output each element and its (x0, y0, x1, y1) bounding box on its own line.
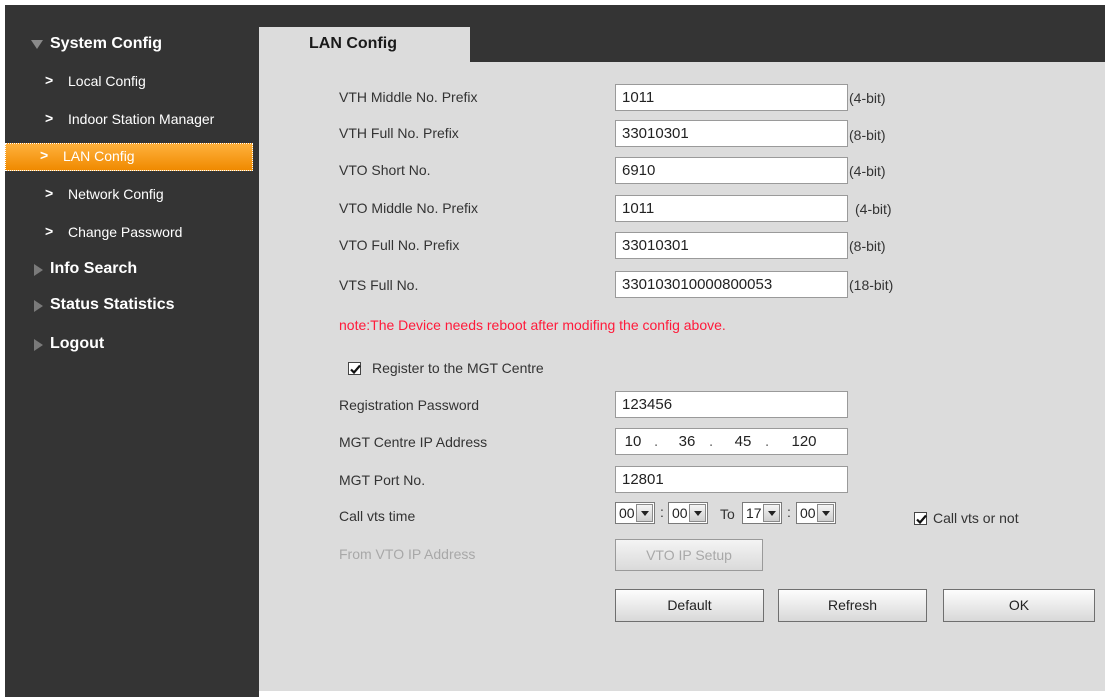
chevron-right-icon: > (45, 110, 54, 126)
start-minute-select[interactable]: 00 (668, 502, 708, 524)
register-mgt-checkbox[interactable] (348, 362, 361, 375)
vth-middle-prefix-unit: (4-bit) (849, 90, 886, 106)
triangle-right-icon (34, 339, 43, 351)
select-value: 00 (619, 505, 635, 521)
sidebar-item-local-config[interactable]: > Local Config (5, 68, 253, 96)
sidebar-item-label: Network Config (68, 186, 164, 202)
chevron-right-icon: > (45, 185, 54, 201)
dropdown-arrow-icon[interactable] (817, 504, 834, 522)
vth-full-prefix-label: VTH Full No. Prefix (339, 125, 459, 141)
call-vts-time-label: Call vts time (339, 508, 416, 524)
register-mgt-label: Register to the MGT Centre (372, 360, 544, 376)
sidebar-section-label: Logout (50, 335, 105, 352)
registration-password-input[interactable]: 123456 (615, 391, 848, 418)
mgt-ip-input[interactable]: 10 . 36 . 45 . 120 (615, 428, 848, 455)
vto-middle-prefix-unit: (4-bit) (855, 201, 892, 217)
ip-octet-1[interactable]: 10 (618, 433, 648, 450)
chevron-right-icon: > (45, 223, 54, 239)
vth-full-prefix-unit: (8-bit) (849, 127, 886, 143)
ip-octet-3[interactable]: 45 (728, 433, 758, 450)
end-hour-select[interactable]: 17 (742, 502, 782, 524)
end-minute-select[interactable]: 00 (796, 502, 836, 524)
ok-button[interactable]: OK (943, 589, 1095, 622)
mgt-ip-label: MGT Centre IP Address (339, 434, 488, 450)
vts-full-no-unit: (18-bit) (849, 277, 894, 293)
vth-middle-prefix-input[interactable]: 1011 (615, 84, 848, 111)
app-frame: LAN Config System Config > Local Config … (0, 0, 1105, 697)
triangle-right-icon (34, 264, 43, 276)
ip-octet-4[interactable]: 120 (789, 433, 819, 450)
vto-ip-setup-button[interactable]: VTO IP Setup (615, 539, 763, 571)
registration-password-label: Registration Password (339, 397, 480, 413)
vto-full-prefix-input[interactable]: 33010301 (615, 232, 848, 259)
vto-short-no-unit: (4-bit) (849, 163, 886, 179)
checkmark-icon (916, 514, 927, 525)
sidebar-item-indoor-station-manager[interactable]: > Indoor Station Manager (5, 106, 253, 134)
checkmark-icon (350, 364, 361, 375)
sidebar-item-lan-config[interactable]: > LAN Config (5, 143, 253, 171)
ip-dot: . (654, 433, 659, 450)
reboot-note: note:The Device needs reboot after modif… (339, 317, 726, 333)
vto-middle-prefix-label: VTO Middle No. Prefix (339, 200, 479, 216)
sidebar-item-network-config[interactable]: > Network Config (5, 181, 253, 209)
chevron-right-icon: > (45, 72, 54, 88)
default-button[interactable]: Default (615, 589, 764, 622)
vto-short-no-input[interactable]: 6910 (615, 157, 848, 184)
vts-full-no-input[interactable]: 330103010000800053 (615, 271, 848, 298)
mgt-port-input[interactable]: 12801 (615, 466, 848, 493)
tab-lan-config[interactable]: LAN Config (259, 27, 470, 63)
sidebar-item-label: Change Password (68, 224, 183, 240)
chevron-right-icon: > (40, 147, 49, 163)
vth-middle-prefix-label: VTH Middle No. Prefix (339, 89, 478, 105)
triangle-right-icon (34, 300, 43, 312)
vto-full-prefix-unit: (8-bit) (849, 238, 886, 254)
call-vts-checkbox[interactable] (914, 512, 927, 525)
start-hour-select[interactable]: 00 (615, 502, 655, 524)
to-label: To (720, 506, 735, 522)
ip-dot: . (765, 433, 770, 450)
call-vts-label: Call vts or not (933, 510, 1019, 526)
dropdown-arrow-icon[interactable] (636, 504, 653, 522)
select-value: 00 (672, 505, 688, 521)
select-value: 17 (746, 505, 762, 521)
dropdown-arrow-icon[interactable] (763, 504, 780, 522)
tab-label: LAN Config (309, 35, 397, 52)
time-colon: : (787, 504, 791, 520)
sidebar-section-label: Info Search (50, 260, 138, 277)
mgt-port-label: MGT Port No. (339, 472, 426, 488)
dropdown-arrow-icon[interactable] (689, 504, 706, 522)
select-value: 00 (800, 505, 816, 521)
ip-dot: . (709, 433, 714, 450)
sidebar-item-label: Local Config (68, 73, 146, 89)
refresh-button[interactable]: Refresh (778, 589, 927, 622)
sidebar-section-label: Status Statistics (50, 296, 175, 313)
vto-short-no-label: VTO Short No. (339, 162, 431, 178)
time-colon: : (660, 504, 664, 520)
sidebar-item-change-password[interactable]: > Change Password (5, 219, 253, 247)
vto-ip-label: From VTO IP Address (339, 546, 476, 562)
vto-full-prefix-label: VTO Full No. Prefix (339, 237, 460, 253)
vth-full-prefix-input[interactable]: 33010301 (615, 120, 848, 147)
vto-middle-prefix-input[interactable]: 1011 (615, 195, 848, 222)
ip-octet-2[interactable]: 36 (672, 433, 702, 450)
sidebar-item-label: LAN Config (63, 148, 135, 164)
vts-full-no-label: VTS Full No. (339, 277, 419, 293)
sidebar-section-label: System Config (50, 35, 163, 52)
triangle-down-icon (31, 40, 43, 49)
sidebar-item-label: Indoor Station Manager (68, 111, 215, 127)
